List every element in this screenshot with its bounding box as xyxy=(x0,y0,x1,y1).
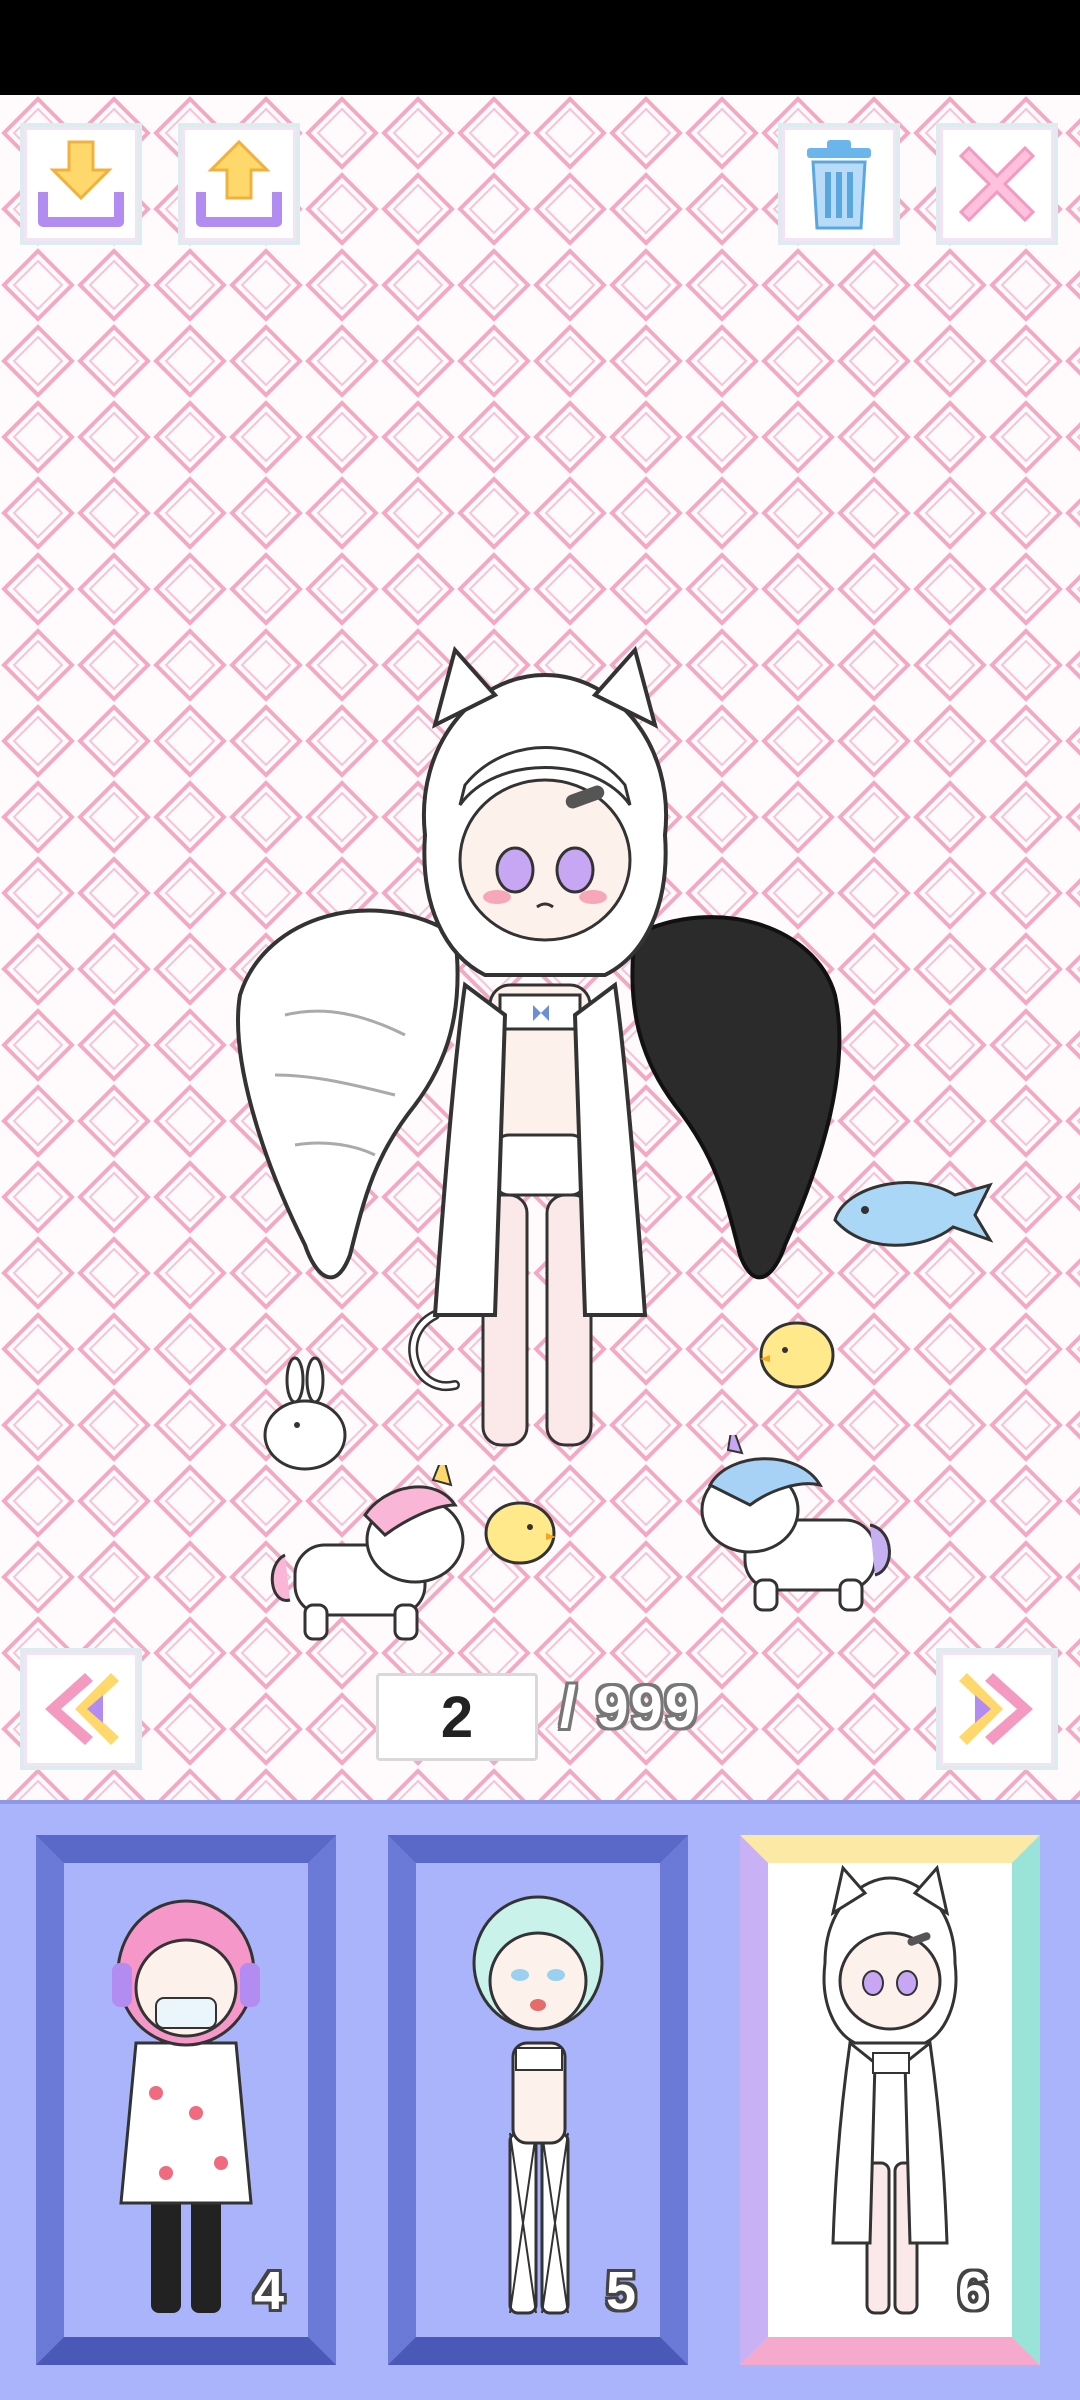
bunny-plush[interactable] xyxy=(255,1355,355,1475)
slot-number: 5 xyxy=(606,2261,637,2321)
close-button[interactable] xyxy=(936,123,1058,245)
dressup-stage xyxy=(0,95,1080,1800)
chick-right[interactable] xyxy=(755,1315,840,1395)
save-slot-6-selected[interactable]: 6 xyxy=(740,1835,1040,2365)
load-button[interactable] xyxy=(178,123,300,245)
save-button[interactable] xyxy=(20,123,142,245)
blue-unicorn-plush[interactable] xyxy=(690,1435,900,1615)
download-arrow-icon xyxy=(38,140,124,227)
chick-center[interactable] xyxy=(480,1495,560,1570)
dolphin-plush[interactable] xyxy=(825,1165,1000,1265)
pink-unicorn-plush[interactable] xyxy=(265,1465,470,1645)
slot-number: 4 xyxy=(254,2261,285,2321)
delete-button[interactable] xyxy=(778,123,900,245)
page-total-label: / 999 xyxy=(560,1675,699,1740)
close-x-icon xyxy=(958,145,1036,223)
status-bar xyxy=(0,0,1080,95)
save-slot-4[interactable]: 4 xyxy=(36,1835,336,2365)
slot-character-mint-hair xyxy=(472,1895,604,2315)
page-number-field[interactable]: 2 xyxy=(376,1673,538,1761)
next-page-button[interactable] xyxy=(936,1648,1058,1770)
slot-number: 6 xyxy=(958,2261,989,2321)
double-chevron-left-icon xyxy=(45,1673,119,1745)
slot-character-white-hair xyxy=(822,1864,958,2315)
trash-icon xyxy=(807,140,871,230)
slot-character-pink-hair xyxy=(112,1899,260,2313)
save-slot-5[interactable]: 5 xyxy=(388,1835,688,2365)
previous-page-button[interactable] xyxy=(20,1648,142,1770)
double-chevron-right-icon xyxy=(959,1673,1033,1745)
upload-arrow-icon xyxy=(196,139,282,227)
